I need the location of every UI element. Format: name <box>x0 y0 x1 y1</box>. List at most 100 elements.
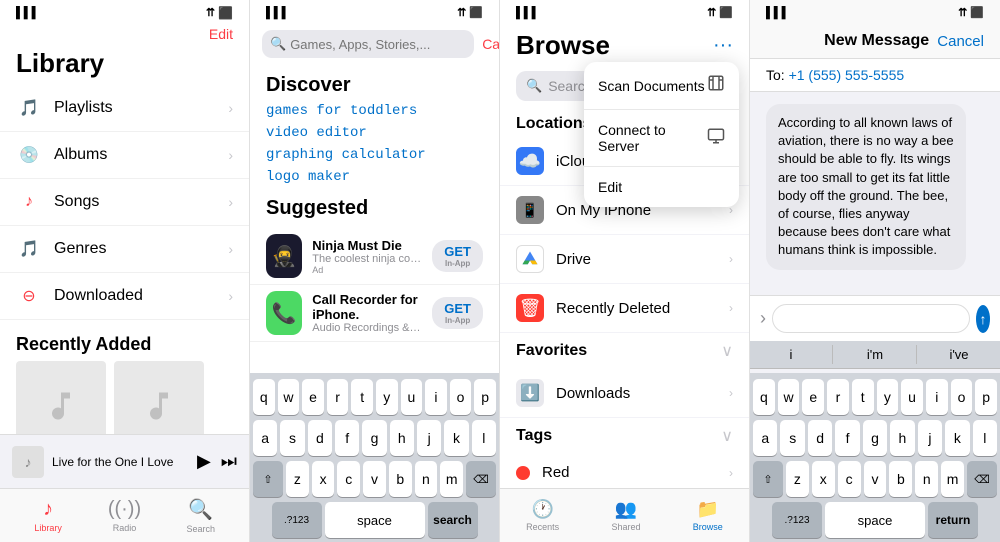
msg-key-shift[interactable]: ⇧ <box>753 461 783 497</box>
suggestion-2[interactable]: graphing calculator <box>266 147 483 163</box>
play-button[interactable]: ▶ <box>197 451 211 472</box>
msg-key-d[interactable]: d <box>808 420 832 456</box>
tag-red[interactable]: Red › <box>500 454 749 488</box>
key-b[interactable]: b <box>389 461 412 497</box>
key-search[interactable]: search <box>428 502 478 538</box>
library-item-genres[interactable]: 🎵 Genres › <box>0 226 249 273</box>
tab-recents[interactable]: 🕐 Recents <box>526 499 559 532</box>
key-o[interactable]: o <box>450 379 472 415</box>
album-item-1[interactable]: Can't Sleep Love <box>114 361 204 434</box>
msg-key-num[interactable]: .?123 <box>772 502 822 538</box>
key-g[interactable]: g <box>362 420 386 456</box>
pred-word-0[interactable]: i <box>750 345 833 364</box>
msg-key-space[interactable]: space <box>825 502 925 538</box>
tab-shared[interactable]: 👥 Shared <box>611 499 640 532</box>
key-t[interactable]: t <box>351 379 373 415</box>
key-w[interactable]: w <box>278 379 300 415</box>
context-edit[interactable]: Edit <box>584 167 739 207</box>
msg-key-k[interactable]: k <box>945 420 969 456</box>
key-z[interactable]: z <box>286 461 309 497</box>
app-get-btn-0[interactable]: GET In-App <box>432 240 483 272</box>
key-v[interactable]: v <box>363 461 386 497</box>
key-p[interactable]: p <box>474 379 496 415</box>
app-get-btn-1[interactable]: GET In-App <box>432 297 483 329</box>
msg-key-j[interactable]: j <box>918 420 942 456</box>
search-input[interactable] <box>290 37 466 52</box>
tab-browse[interactable]: 📁 Browse <box>693 499 723 532</box>
key-i[interactable]: i <box>425 379 447 415</box>
tags-collapse-icon[interactable]: ∨ <box>721 426 733 446</box>
msg-key-f[interactable]: f <box>835 420 859 456</box>
msg-key-q[interactable]: q <box>753 379 775 415</box>
library-item-playlists[interactable]: 🎵 Playlists › <box>0 85 249 132</box>
skip-button[interactable]: ⏭ <box>221 451 237 472</box>
pred-word-2[interactable]: i've <box>918 345 1000 364</box>
key-num[interactable]: .?123 <box>272 502 322 538</box>
pred-word-1[interactable]: i'm <box>834 345 917 364</box>
key-m[interactable]: m <box>440 461 463 497</box>
key-backspace[interactable]: ⌫ <box>466 461 496 497</box>
suggestion-0[interactable]: games for toddlers <box>266 103 483 119</box>
key-e[interactable]: e <box>302 379 324 415</box>
location-gdrive[interactable]: Drive › <box>500 235 749 284</box>
key-r[interactable]: r <box>327 379 349 415</box>
message-to-field[interactable]: To: +1 (555) 555-5555 <box>750 59 1000 92</box>
key-u[interactable]: u <box>401 379 423 415</box>
msg-key-l[interactable]: l <box>973 420 997 456</box>
msg-key-backspace[interactable]: ⌫ <box>967 461 997 497</box>
favorite-downloads[interactable]: ⬇️ Downloads › <box>500 369 749 418</box>
key-s[interactable]: s <box>280 420 304 456</box>
msg-key-o[interactable]: o <box>951 379 973 415</box>
msg-key-e[interactable]: e <box>802 379 824 415</box>
key-d[interactable]: d <box>308 420 332 456</box>
msg-key-u[interactable]: u <box>901 379 923 415</box>
msg-key-m[interactable]: m <box>941 461 964 497</box>
expand-icon[interactable]: › <box>760 308 766 329</box>
library-item-downloaded[interactable]: ⊖ Downloaded › <box>0 273 249 320</box>
key-x[interactable]: x <box>312 461 335 497</box>
msg-key-g[interactable]: g <box>863 420 887 456</box>
context-connect-server[interactable]: Connect to Server <box>584 110 739 167</box>
favorites-collapse-icon[interactable]: ∨ <box>721 341 733 361</box>
location-deleted[interactable]: 🗑 Recently Deleted › <box>500 284 749 333</box>
key-k[interactable]: k <box>444 420 468 456</box>
msg-key-t[interactable]: t <box>852 379 874 415</box>
msg-key-c[interactable]: c <box>838 461 861 497</box>
key-y[interactable]: y <box>376 379 398 415</box>
context-scan-documents[interactable]: Scan Documents <box>584 62 739 110</box>
suggestion-3[interactable]: logo maker <box>266 169 483 185</box>
msg-key-w[interactable]: w <box>778 379 800 415</box>
msg-key-i[interactable]: i <box>926 379 948 415</box>
msg-key-y[interactable]: y <box>877 379 899 415</box>
key-c[interactable]: c <box>337 461 360 497</box>
app-item-0[interactable]: 🥷 Ninja Must Die The coolest ninja comba… <box>250 228 499 285</box>
msg-key-v[interactable]: v <box>864 461 887 497</box>
key-shift[interactable]: ⇧ <box>253 461 283 497</box>
msg-key-return[interactable]: return <box>928 502 978 538</box>
search-cancel-button[interactable]: Cancel <box>482 36 500 52</box>
library-item-songs[interactable]: ♪ Songs › <box>0 179 249 226</box>
msg-key-r[interactable]: r <box>827 379 849 415</box>
tab-radio[interactable]: ((·)) Radio <box>94 498 154 533</box>
key-q[interactable]: q <box>253 379 275 415</box>
suggestion-1[interactable]: video editor <box>266 125 483 141</box>
send-button[interactable]: ↑ <box>976 305 990 333</box>
message-input[interactable] <box>772 304 970 333</box>
key-space[interactable]: space <box>325 502 425 538</box>
msg-key-h[interactable]: h <box>890 420 914 456</box>
msg-key-n[interactable]: n <box>915 461 938 497</box>
msg-key-x[interactable]: x <box>812 461 835 497</box>
msg-key-b[interactable]: b <box>889 461 912 497</box>
browse-more-button[interactable]: ··· <box>713 34 733 57</box>
edit-button[interactable]: Edit <box>209 26 233 42</box>
msg-key-a[interactable]: a <box>753 420 777 456</box>
key-j[interactable]: j <box>417 420 441 456</box>
album-item-0[interactable]: Another's Arms <box>16 361 106 434</box>
key-h[interactable]: h <box>390 420 414 456</box>
tab-search[interactable]: 🔍 Search <box>171 497 231 534</box>
msg-key-s[interactable]: s <box>780 420 804 456</box>
library-item-albums[interactable]: 💿 Albums › <box>0 132 249 179</box>
key-n[interactable]: n <box>415 461 438 497</box>
message-cancel-button[interactable]: Cancel <box>937 33 984 50</box>
key-f[interactable]: f <box>335 420 359 456</box>
